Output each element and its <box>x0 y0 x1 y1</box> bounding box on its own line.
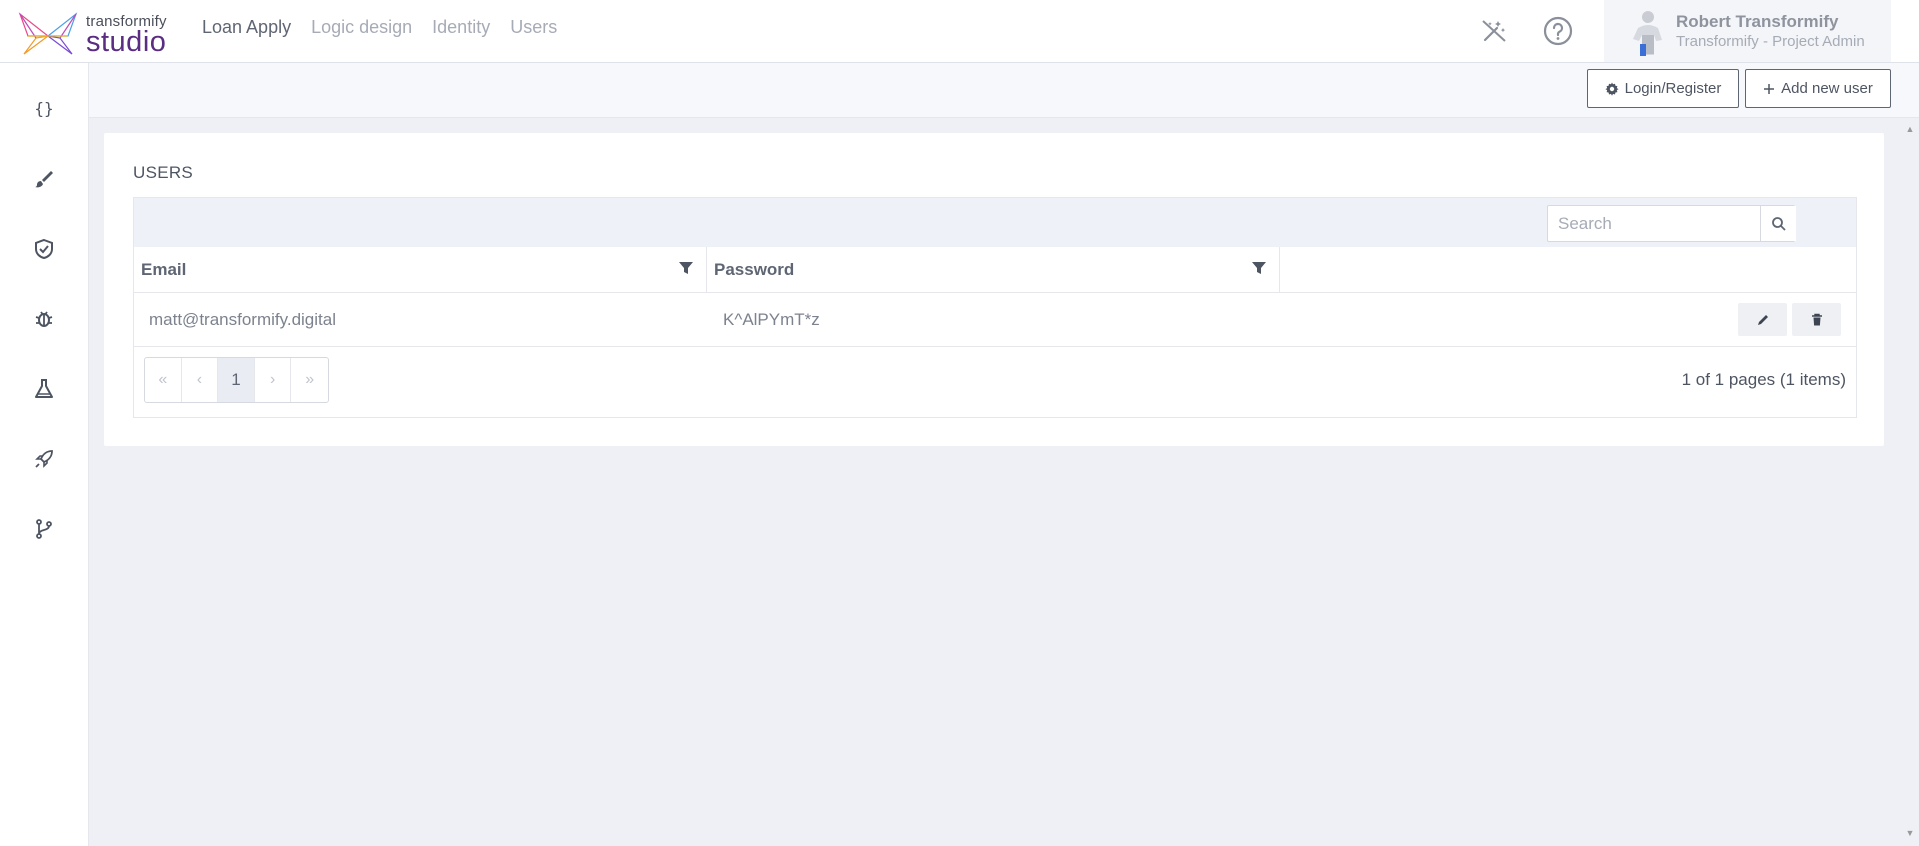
butterfly-logo-icon <box>18 12 78 55</box>
column-header-actions <box>1280 247 1857 293</box>
pager: « ‹ 1 › » <box>144 357 329 403</box>
filter-icon[interactable] <box>678 260 694 276</box>
pager-first-button[interactable]: « <box>145 358 182 402</box>
plus-icon <box>1764 83 1775 94</box>
user-role: Transformify - Project Admin <box>1676 33 1865 50</box>
branch-icon[interactable] <box>30 515 58 543</box>
search-button[interactable] <box>1760 206 1796 241</box>
table-row[interactable]: matt@transformify.digital K^AlPYmT*z <box>134 293 1856 347</box>
code-braces-icon[interactable]: {} <box>30 95 58 123</box>
pager-prev-button[interactable]: ‹ <box>182 358 219 402</box>
delete-button[interactable] <box>1792 303 1841 336</box>
users-card: USERS Email Password matt@transformify.d… <box>104 133 1884 446</box>
svg-text:{}: {} <box>34 99 53 118</box>
grid-toolbar <box>134 198 1856 247</box>
pager-next-button[interactable]: › <box>255 358 292 402</box>
users-grid: Email Password matt@transformify.digital… <box>133 197 1857 418</box>
brand-bottom-text: studio <box>86 26 167 58</box>
user-name: Robert Transformify <box>1676 12 1839 31</box>
filter-icon[interactable] <box>1251 260 1267 276</box>
column-header-email[interactable]: Email <box>134 247 707 293</box>
add-new-user-button[interactable]: Add new user <box>1745 69 1891 108</box>
login-register-label: Login/Register <box>1624 80 1722 97</box>
search-box <box>1547 205 1795 242</box>
gear-icon <box>1605 82 1619 96</box>
rocket-icon[interactable] <box>30 445 58 473</box>
login-register-button[interactable]: Login/Register <box>1587 69 1739 108</box>
nav-item-identity[interactable]: Identity <box>432 17 490 38</box>
column-label-email: Email <box>141 260 187 279</box>
bug-icon[interactable] <box>30 305 58 333</box>
user-menu[interactable]: Robert Transformify Transformify - Proje… <box>1604 0 1891 62</box>
pencil-icon <box>1757 314 1768 325</box>
cell-email: matt@transformify.digital <box>149 310 336 329</box>
flask-icon[interactable] <box>30 375 58 403</box>
trash-icon <box>1811 313 1822 325</box>
help-icon[interactable] <box>1543 16 1573 46</box>
avatar <box>1624 8 1670 56</box>
search-input[interactable] <box>1548 206 1795 241</box>
edit-button[interactable] <box>1738 303 1787 336</box>
add-new-user-label: Add new user <box>1781 80 1873 97</box>
nav-item-loan-apply[interactable]: Loan Apply <box>202 17 291 38</box>
page-info: 1 of 1 pages (1 items) <box>1681 370 1846 389</box>
logo[interactable]: transformify studio <box>18 10 168 58</box>
scroll-up-arrow-icon[interactable]: ▲ <box>1904 124 1916 136</box>
page-toolbar: Login/Register Add new user <box>89 63 1919 118</box>
scroll-down-arrow-icon[interactable]: ▼ <box>1904 828 1916 840</box>
shield-check-icon[interactable] <box>30 235 58 263</box>
page-title: USERS <box>133 163 194 182</box>
magic-wand-off-icon[interactable] <box>1479 16 1509 46</box>
brush-icon[interactable] <box>30 165 58 193</box>
search-icon <box>1771 216 1786 231</box>
sidebar: {} <box>0 63 89 846</box>
cell-password: K^AlPYmT*z <box>723 310 820 329</box>
column-label-password: Password <box>714 260 795 279</box>
grid-header: Email Password <box>134 247 1856 293</box>
top-nav: Loan Apply Logic design Identity Users <box>202 17 557 38</box>
nav-item-logic-design[interactable]: Logic design <box>311 17 412 38</box>
column-header-password[interactable]: Password <box>707 247 1280 293</box>
nav-item-users[interactable]: Users <box>510 17 557 38</box>
pager-last-button[interactable]: » <box>291 358 328 402</box>
top-bar: transformify studio Loan Apply Logic des… <box>0 0 1919 63</box>
pager-current-page[interactable]: 1 <box>218 358 255 402</box>
